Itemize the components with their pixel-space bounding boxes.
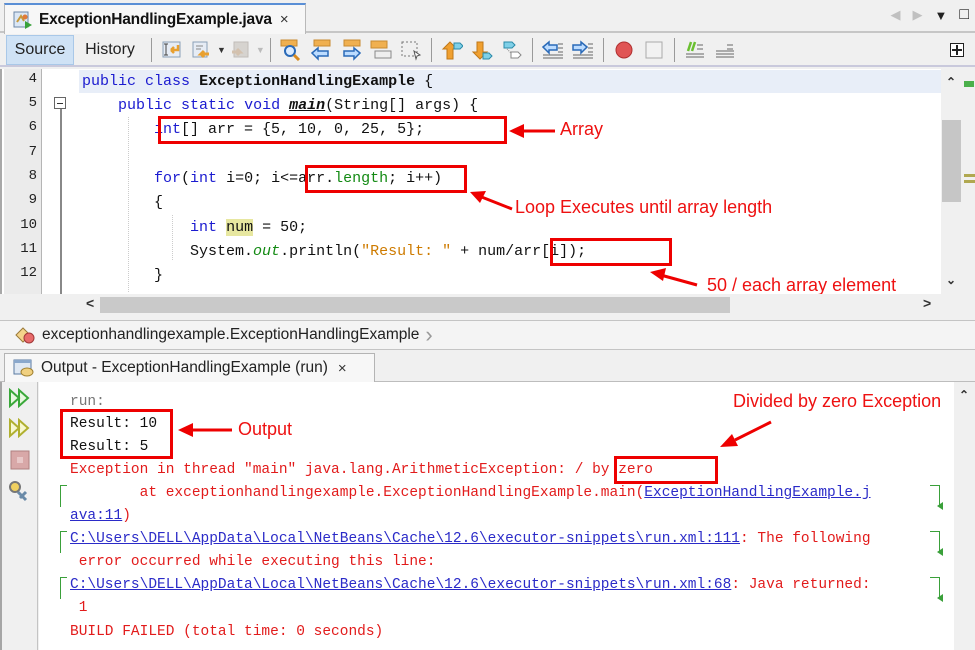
wrap-bracket-icon	[60, 531, 67, 553]
wrap-bracket-icon	[60, 577, 67, 599]
uncomment-icon[interactable]	[713, 38, 737, 62]
editor-tab-java-file[interactable]: ExceptionHandlingExample.java ×	[4, 3, 306, 34]
output-error-cont: 1	[70, 600, 88, 616]
find-previous-icon[interactable]	[309, 38, 333, 62]
toolbar-separator	[602, 38, 604, 62]
editor-tab-title: ExceptionHandlingExample.java	[39, 10, 272, 28]
breadcrumb-path[interactable]: exceptionhandlingexample.ExceptionHandli…	[42, 326, 419, 344]
stop-macro-recording-icon[interactable]	[642, 38, 666, 62]
split-window-icon[interactable]	[945, 38, 969, 62]
output-error-line: C:\Users\DELL\AppData\Local\NetBeans\Cac…	[70, 577, 871, 593]
source-tab-button[interactable]: Source	[6, 35, 74, 65]
editor-toolbar: Source History ▼ ▼	[0, 35, 975, 67]
scroll-left-icon[interactable]: <	[86, 295, 94, 311]
navigation-breadcrumb: exceptionhandlingexample.ExceptionHandli…	[0, 320, 975, 350]
maximize-window-icon[interactable]: □	[959, 6, 969, 24]
toolbar-separator	[430, 38, 432, 62]
start-macro-recording-icon[interactable]	[612, 38, 636, 62]
output-error-cont: error occurred while executing this line…	[70, 554, 436, 570]
toggle-highlight-search-icon[interactable]	[369, 38, 393, 62]
error-stripe	[962, 69, 975, 319]
scroll-up-icon[interactable]: ⌃	[946, 75, 956, 89]
shift-right-icon[interactable]	[571, 38, 595, 62]
scroll-tabs-left-icon[interactable]: ◀	[890, 7, 900, 23]
find-next-icon[interactable]	[339, 38, 363, 62]
editor-vertical-scroll-thumb[interactable]	[942, 120, 961, 202]
line-wrap-icon	[930, 577, 940, 599]
line-wrap-icon	[930, 485, 940, 507]
stacktrace-link[interactable]: ava:11	[70, 508, 122, 524]
annotation-divide-by-zero: Divided by zero Exception	[733, 391, 942, 411]
toolbar-separator	[673, 38, 675, 62]
last-edit-icon[interactable]	[160, 38, 184, 62]
toolbar-separator	[531, 38, 533, 62]
shift-line-down-icon[interactable]	[470, 38, 494, 62]
shift-left-icon[interactable]	[541, 38, 565, 62]
annotation-loop: Loop Executes until array length	[515, 197, 773, 217]
annotation-array: Array	[560, 119, 604, 139]
output-stacktrace-line: at exceptionhandlingexample.ExceptionHan…	[70, 485, 871, 501]
find-icon[interactable]	[279, 38, 303, 62]
next-bookmark-icon[interactable]	[229, 38, 253, 62]
code-editor[interactable]: 4 5 6 7 8 9 10 11 12 public class Except…	[0, 69, 942, 294]
close-output-tab-button[interactable]: ×	[338, 360, 347, 377]
occurrence-marker[interactable]	[964, 174, 975, 177]
output-build-failed: BUILD FAILED (total time: 0 seconds)	[70, 624, 384, 640]
output-window-icon	[13, 358, 35, 378]
arrow-head-icon	[178, 423, 193, 437]
stacktrace-link[interactable]: ExceptionHandlingExample.j	[644, 485, 870, 501]
annotation-output: Output	[238, 419, 293, 439]
rectangular-selection-icon[interactable]	[399, 38, 423, 62]
scroll-down-icon[interactable]: ⌄	[946, 273, 956, 287]
run-xml-link[interactable]: C:\Users\DELL\AppData\Local\NetBeans\Cac…	[70, 577, 731, 593]
shift-line-up-icon[interactable]	[440, 38, 464, 62]
toolbar-separator	[269, 38, 271, 62]
dropdown-arrow-disabled-icon: ▼	[255, 45, 265, 55]
dropdown-arrow-icon[interactable]: ▼	[217, 45, 226, 55]
previous-bookmark-icon[interactable]	[190, 38, 214, 62]
wrap-bracket-icon	[60, 485, 67, 507]
annotation-division: 50 / each array element	[707, 275, 897, 294]
close-tab-button[interactable]: ×	[280, 11, 289, 28]
output-stacktrace-cont: ava:11)	[70, 508, 131, 524]
toggle-bookmark-icon[interactable]	[500, 38, 524, 62]
line-wrap-icon	[930, 531, 940, 553]
scroll-right-icon[interactable]: >	[923, 295, 931, 311]
run-xml-link[interactable]: C:\Users\DELL\AppData\Local\NetBeans\Cac…	[70, 531, 740, 547]
class-icon	[14, 325, 36, 345]
status-ok-icon	[964, 81, 974, 87]
breadcrumb-chevron-icon[interactable]: ›	[425, 322, 432, 348]
settings-icon[interactable]	[8, 480, 30, 507]
arrow-head-icon	[509, 124, 524, 138]
editor-horizontal-scroll-thumb[interactable]	[100, 297, 730, 313]
java-file-icon	[13, 10, 33, 30]
toolbar-separator	[151, 38, 152, 62]
annotation-arrows	[470, 124, 698, 287]
output-tab-title: Output - ExceptionHandlingExample (run)	[41, 359, 328, 376]
comment-icon[interactable]	[683, 38, 707, 62]
tab-controls: ◀ ▶ ▼ □	[890, 6, 969, 24]
netbeans-window: ExceptionHandlingExample.java × ◀ ▶ ▼ □ …	[0, 0, 975, 650]
scroll-tabs-right-icon[interactable]: ▶	[912, 7, 922, 23]
show-opened-documents-icon[interactable]: ▼	[934, 8, 947, 23]
arrow-head-icon	[650, 268, 666, 281]
output-tab[interactable]: Output - ExceptionHandlingExample (run) …	[4, 353, 375, 382]
occurrence-marker[interactable]	[964, 180, 975, 183]
history-tab-button[interactable]: History	[74, 35, 146, 65]
output-error-line: C:\Users\DELL\AppData\Local\NetBeans\Cac…	[70, 531, 871, 547]
